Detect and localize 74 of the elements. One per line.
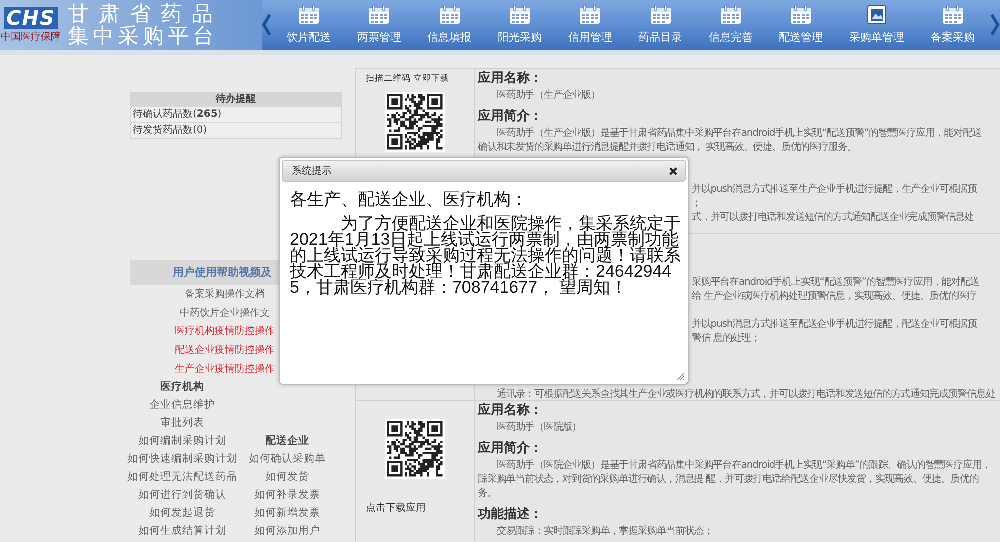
description-text: 警信 息的处理； xyxy=(692,332,760,346)
nav-item[interactable]: 信息完善 xyxy=(708,5,753,45)
resize-grip-icon[interactable] xyxy=(676,372,685,381)
description-text: ； xyxy=(692,197,702,211)
help-link[interactable]: 如何进行到货确认 xyxy=(138,486,226,504)
description-text: 通讯录：可根据配送关系查找其生产企业或医疗机构的联系方式，并可以拨打电话和发送短信的方式通知完成预警信息处 xyxy=(496,388,996,402)
field-heading: 功能描述： xyxy=(478,506,544,524)
calendar-icon xyxy=(438,5,461,25)
description-text: 给 生产企业或医疗机构处理预警信息，实现高效、便捷、质优的医疗 xyxy=(692,290,977,304)
help-link[interactable]: 如何补录发票 xyxy=(254,486,320,504)
description-text: 采购平台在android手机上实现“配送预警”的智慧医疗应用，能对配送 xyxy=(692,276,980,290)
nav-item[interactable]: 药品目录 xyxy=(638,5,683,45)
description-text: 交易跟踪：实时跟踪采购单，掌握采购单当前状态； xyxy=(496,525,714,539)
logo-mark: CHS xyxy=(4,6,58,28)
nav-item[interactable]: 采购单管理 xyxy=(850,5,905,45)
calendar-icon xyxy=(298,5,320,25)
help-link[interactable]: 企业信息维护 xyxy=(150,396,216,414)
document-link[interactable]: 医疗机构疫情防控操作 xyxy=(175,323,275,342)
description-text: 医药助手（医院企业版）是基于甘肃省药品集中采购平台在android手机上实现“采购单”的跟踪、确认的智慧医疗应用， xyxy=(496,459,992,473)
help-link[interactable]: 如何快速编制采购计划 xyxy=(128,450,238,468)
nav-item[interactable]: 信息填报 xyxy=(428,5,472,45)
description-text: 并以push消息方式推送至配送企业手机进行提醒，配送企业可根据预 xyxy=(692,318,978,332)
description-text: 医药助手（生产企业版） xyxy=(496,89,602,103)
site-title: 甘肃省药品 xyxy=(68,3,223,25)
close-icon[interactable] xyxy=(669,166,678,176)
todo-item[interactable]: 待发货药品数(0) xyxy=(131,122,341,138)
help-link[interactable]: 如何添加用户 xyxy=(254,522,320,540)
site-title: 集中采购平台 xyxy=(68,25,219,47)
document-link[interactable]: 备案采购操作文档 xyxy=(185,286,265,305)
description-text: 务。 xyxy=(478,487,498,501)
document-link[interactable]: 中药饮片企业操作文 xyxy=(180,304,270,324)
calendar-icon xyxy=(579,5,602,25)
nav-item[interactable]: 阳光采购 xyxy=(498,5,542,45)
description-text: 医药助手（生产企业版）是基于甘肃省药品集中采购平台在android手机上实现“配送预警”的智慧医疗应用，能对配送 xyxy=(496,127,983,141)
help-link[interactable]: 如何新增发票 xyxy=(254,504,320,522)
description-text: 踪采购单当前状态，对到货的采购单进行确认，消息提 醒，并可拨打电话给配送企业尽快发货，实现高效、便捷、质优的 xyxy=(478,473,980,487)
dialog-title: 系统提示 xyxy=(292,164,332,178)
download-caption: 扫描二维码 立即下载 xyxy=(366,72,450,86)
calendar-icon xyxy=(650,5,672,25)
calendar-icon xyxy=(942,5,964,25)
nav-item[interactable]: 备案采购 xyxy=(930,5,975,45)
field-heading: 应用简介： xyxy=(478,108,544,126)
download-link[interactable]: 点击下载应用 xyxy=(366,499,426,519)
image-frame-icon xyxy=(866,5,888,25)
table-header: 待办提醒 xyxy=(131,93,341,106)
description-text: 医药助手（医院版） xyxy=(496,421,583,435)
document-link[interactable]: 配送企业疫情防控操作 xyxy=(175,342,275,361)
help-link[interactable]: 如何发起退货 xyxy=(150,504,216,522)
calendar-icon xyxy=(509,5,532,25)
help-link[interactable]: 如何处理无法配送药品 xyxy=(128,468,238,486)
calendar-icon xyxy=(720,5,742,25)
nav-item[interactable]: 信用管理 xyxy=(568,5,612,45)
nav-item[interactable]: 配送管理 xyxy=(779,5,824,45)
description-text: 确认和未发货的采购单进行消息提醒并拨打电话通知， 实现高效、便捷、质优的医疗服务。 xyxy=(478,141,858,155)
todo-item[interactable]: 待确认药品数(265) xyxy=(131,106,341,122)
help-link[interactable]: 如何生成结算计划 xyxy=(138,522,226,540)
nav-item[interactable]: 两票管理 xyxy=(357,5,402,45)
help-link[interactable]: 如何编制采购计划 xyxy=(138,432,226,450)
nav-item[interactable]: 饮片配送 xyxy=(287,5,332,45)
field-heading: 应用名称： xyxy=(478,402,544,420)
notice-heading: 各生产、配送企业、医疗机构： xyxy=(290,189,529,212)
field-heading: 应用简介： xyxy=(478,440,544,458)
calendar-icon xyxy=(368,5,390,25)
field-heading: 应用名称： xyxy=(478,70,544,88)
help-link[interactable]: 审批列表 xyxy=(160,414,204,432)
logo-caption: 中国医疗保障 xyxy=(1,32,61,44)
calendar-icon xyxy=(790,5,812,25)
document-link[interactable]: 生产企业疫情防控操作 xyxy=(175,360,275,380)
help-link[interactable]: 如何确认采购单 xyxy=(249,450,326,468)
group-title: 配送企业 xyxy=(266,434,310,449)
description-text: 并以push消息方式推送至生产企业手机进行提醒，生产企业可根据预 xyxy=(692,183,978,197)
description-text: 式，并可以拨打电话和发送短信的方式通知配送企业完成预警信息处 xyxy=(692,211,974,225)
help-link[interactable]: 如何发货 xyxy=(266,468,310,486)
group-title: 医疗机构 xyxy=(160,380,204,395)
